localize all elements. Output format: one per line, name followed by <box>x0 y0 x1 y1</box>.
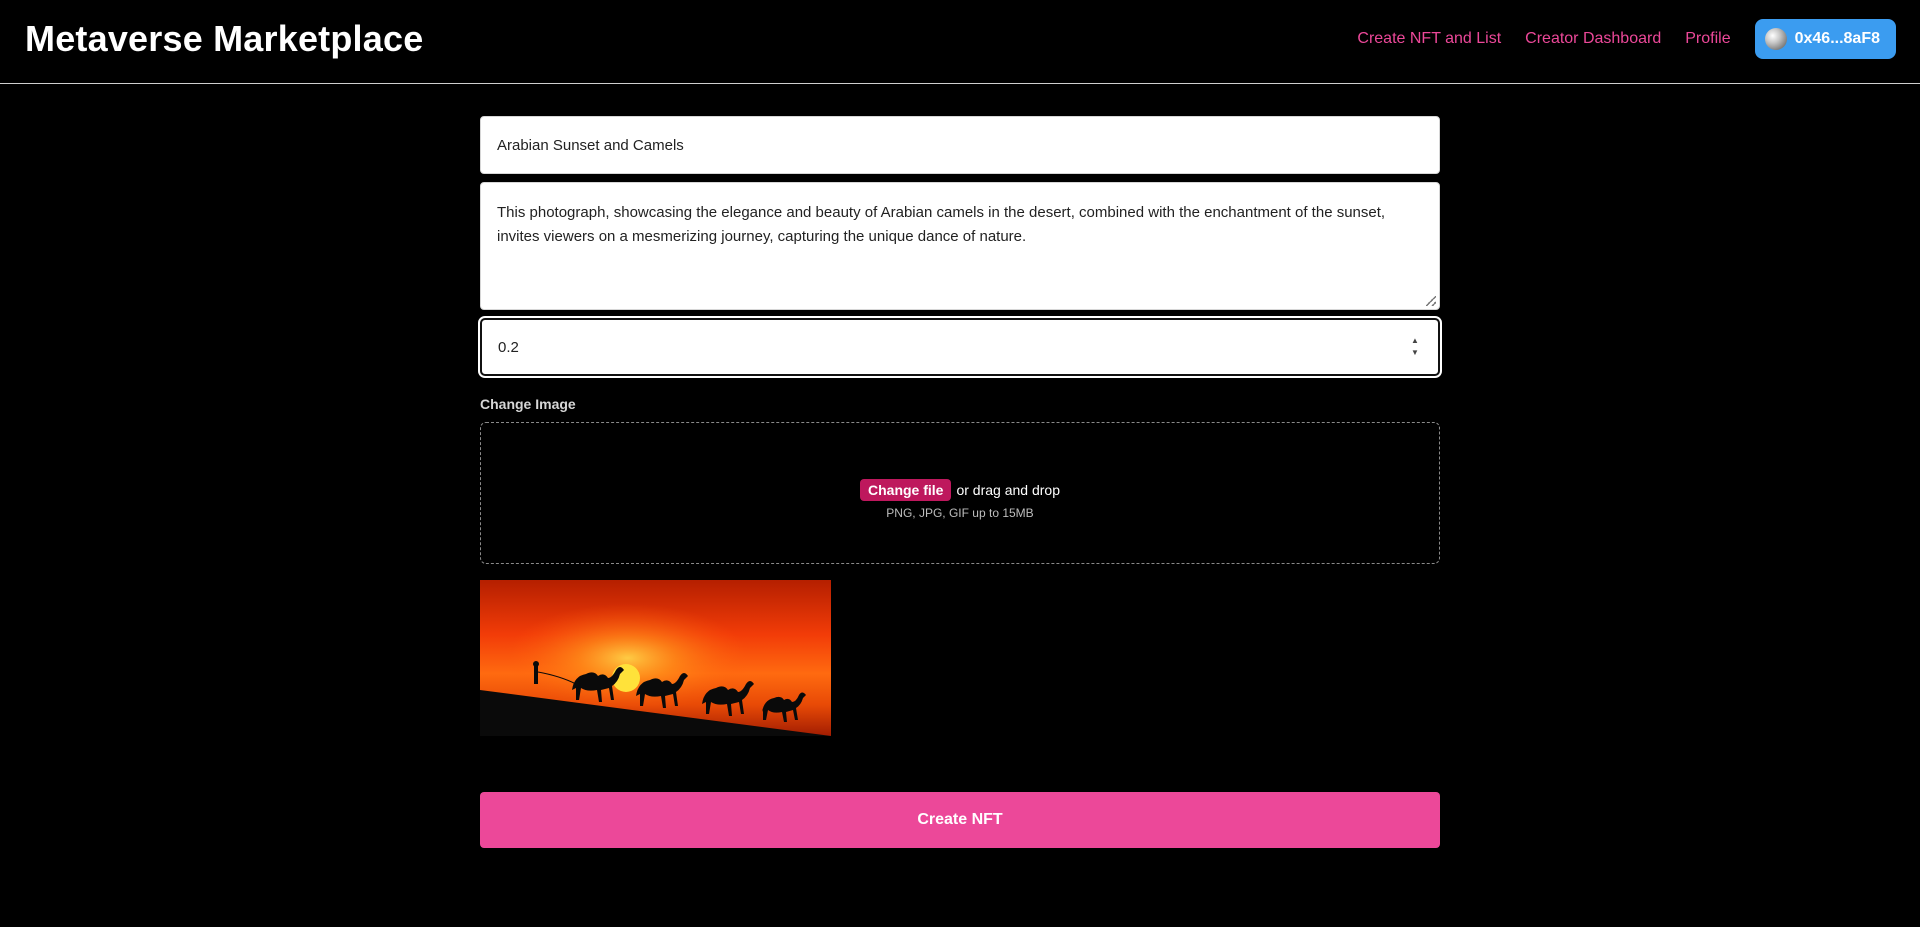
create-nft-form: Arabian Sunset and Camels This photograp… <box>478 116 1442 848</box>
number-stepper-icon[interactable]: ▲ ▼ <box>1408 336 1422 358</box>
price-value: 0.2 <box>498 339 519 356</box>
top-navbar: Metaverse Marketplace Create NFT and Lis… <box>0 0 1920 84</box>
resize-handle-icon[interactable] <box>1426 296 1436 306</box>
nft-image-preview <box>480 580 831 736</box>
change-image-label: Change Image <box>480 396 576 412</box>
nft-name-input[interactable]: Arabian Sunset and Camels <box>480 116 1440 174</box>
step-up-icon[interactable]: ▲ <box>1411 336 1419 346</box>
change-file-button[interactable]: Change file <box>860 479 952 501</box>
wallet-avatar-icon <box>1764 28 1787 50</box>
drag-drop-text: or drag and drop <box>956 482 1060 498</box>
create-nft-button[interactable]: Create NFT <box>480 792 1440 848</box>
main-nav: Create NFT and List Creator Dashboard Pr… <box>1333 19 1896 59</box>
nft-price-input[interactable]: 0.2 ▲ ▼ <box>478 316 1442 378</box>
nav-create-nft[interactable]: Create NFT and List <box>1357 30 1501 48</box>
nav-profile[interactable]: Profile <box>1685 30 1730 48</box>
file-type-hint: PNG, JPG, GIF up to 15MB <box>886 506 1034 520</box>
nft-description-textarea[interactable]: This photograph, showcasing the elegance… <box>480 182 1440 310</box>
image-dropzone[interactable]: Change file or drag and drop PNG, JPG, G… <box>480 422 1440 564</box>
step-down-icon[interactable]: ▼ <box>1411 348 1419 358</box>
brand-title[interactable]: Metaverse Marketplace <box>25 18 423 60</box>
description-text: This photograph, showcasing the elegance… <box>497 204 1386 245</box>
wallet-address: 0x46...8aF8 <box>1794 30 1880 47</box>
dropzone-row: Change file or drag and drop <box>481 479 1439 501</box>
nav-creator-dashboard[interactable]: Creator Dashboard <box>1525 30 1661 48</box>
wallet-button[interactable]: 0x46...8aF8 <box>1754 19 1896 59</box>
